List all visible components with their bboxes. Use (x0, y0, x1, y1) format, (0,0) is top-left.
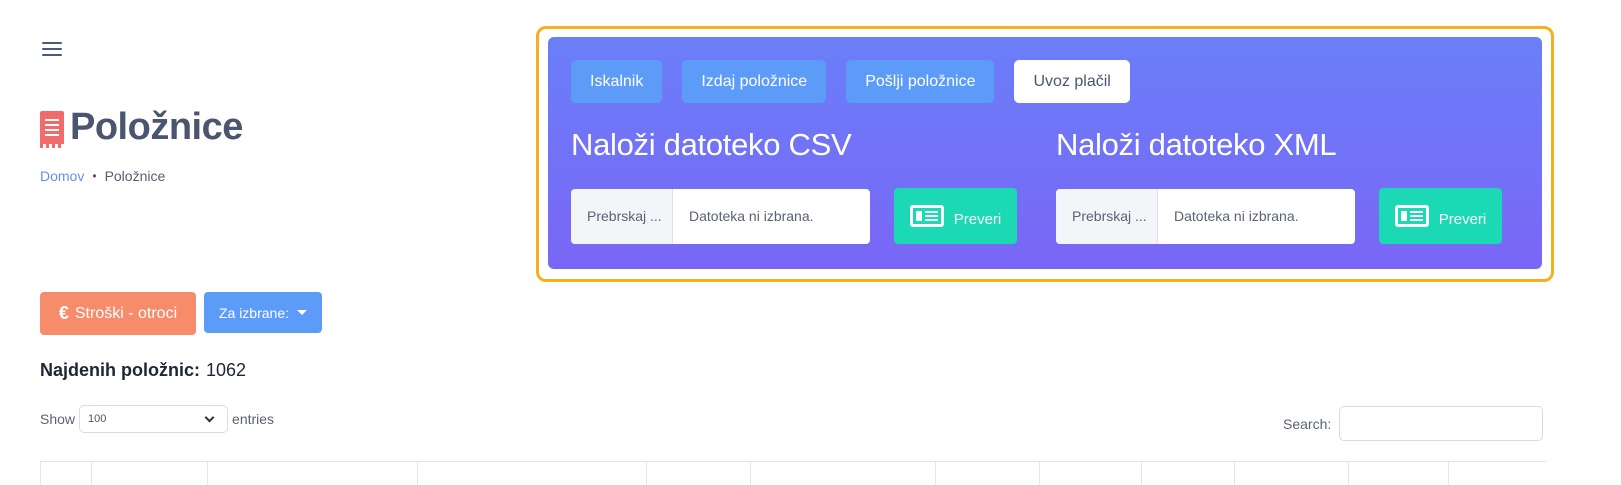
tab-poslji-poloznice[interactable]: Pošlji položnice (846, 60, 995, 103)
xml-check-button[interactable]: Preveri (1379, 188, 1502, 244)
panel-tabs: Iskalnik Izdaj položnice Pošlji položnic… (571, 60, 1130, 103)
euro-icon: € (58, 303, 69, 323)
entries-select-value: 100 (88, 413, 107, 425)
chevron-down-icon (204, 412, 215, 422)
table-header-cell[interactable] (751, 462, 936, 485)
search-label: Search: (1283, 415, 1332, 432)
tab-izdaj-poloznice[interactable]: Izdaj položnice (682, 60, 827, 103)
found-count: Najdenih položnic: 1062 (40, 360, 246, 381)
costs-button-label: Stroški - otroci (74, 304, 178, 322)
csv-upload-heading: Naloži datoteko CSV (571, 127, 852, 162)
hamburger-icon[interactable] (42, 42, 62, 58)
entries-length-control: Show 100 entries (40, 405, 274, 433)
table-header-cell[interactable] (418, 462, 647, 485)
table-header-cell[interactable] (208, 462, 418, 485)
import-panel: Iskalnik Izdaj položnice Pošlji položnic… (548, 37, 1542, 269)
tab-uvoz-placil[interactable]: Uvoz plačil (1014, 60, 1130, 103)
for-selected-label: Za izbrane: (218, 304, 290, 321)
csv-file-name: Datoteka ni izbrana. (689, 208, 814, 224)
table-header-cell[interactable] (1349, 462, 1449, 485)
xml-file-input[interactable]: Prebrskaj ... Datoteka ni izbrana. (1056, 188, 1355, 244)
xml-file-name: Datoteka ni izbrana. (1174, 208, 1299, 224)
csv-browse-button[interactable]: Prebrskaj ... (571, 188, 673, 244)
table-header-cell[interactable] (1235, 462, 1349, 485)
table-header-cell[interactable] (92, 462, 208, 485)
breadcrumb-separator: • (92, 169, 97, 183)
found-count-value: 1062 (206, 360, 247, 380)
entries-label: entries (232, 411, 275, 427)
table-search-control: Search: (1283, 406, 1544, 441)
table-header-cell[interactable] (41, 462, 92, 485)
table-header-cell[interactable] (936, 462, 1040, 485)
xml-upload-block: Naloži datoteko XML Prebrskaj ... Datote… (1056, 127, 1502, 244)
table-header-cell[interactable] (1040, 462, 1142, 485)
newspaper-icon (1394, 205, 1429, 227)
csv-check-label: Preveri (953, 210, 1002, 228)
for-selected-dropdown[interactable]: Za izbrane: (204, 292, 322, 333)
breadcrumb-current: Položnice (104, 168, 166, 184)
xml-upload-heading: Naloži datoteko XML (1056, 127, 1337, 162)
xml-browse-button[interactable]: Prebrskaj ... (1056, 188, 1158, 244)
breadcrumb: Domov • Položnice (40, 168, 165, 184)
costs-children-button[interactable]: € Stroški - otroci (40, 292, 196, 335)
receipt-icon (40, 110, 64, 148)
table-header (40, 461, 1546, 485)
table-header-cell[interactable] (647, 462, 751, 485)
xml-check-label: Preveri (1438, 210, 1487, 228)
entries-select[interactable]: 100 (79, 405, 229, 433)
page-title: Položnice (40, 106, 243, 149)
caret-down-icon (297, 310, 308, 315)
csv-file-input[interactable]: Prebrskaj ... Datoteka ni izbrana. (571, 188, 870, 244)
newspaper-icon (909, 205, 944, 227)
csv-upload-block: Naloži datoteko CSV Prebrskaj ... Datote… (571, 127, 1017, 244)
breadcrumb-home-link[interactable]: Domov (40, 168, 84, 184)
tab-iskalnik[interactable]: Iskalnik (571, 60, 663, 103)
csv-check-button[interactable]: Preveri (894, 188, 1017, 244)
show-label: Show (40, 411, 76, 427)
found-count-label: Najdenih položnic: (40, 360, 200, 380)
search-input[interactable] (1339, 406, 1544, 441)
table-header-cell[interactable] (1142, 462, 1235, 485)
page-title-text: Položnice (70, 106, 243, 148)
